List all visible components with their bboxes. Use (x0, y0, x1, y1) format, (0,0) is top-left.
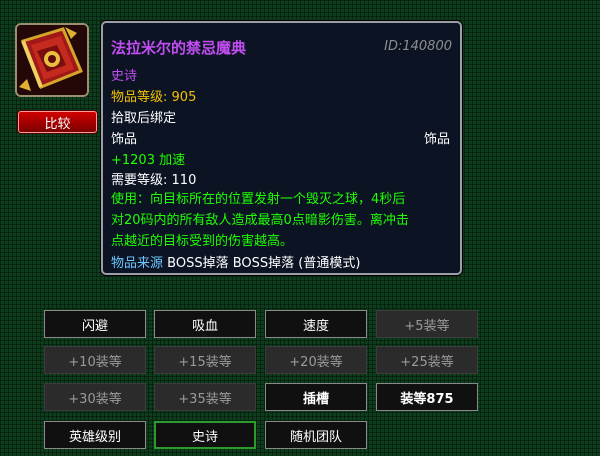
item-name: 法拉米尔的禁忌魔典 (111, 39, 247, 57)
item-stat: +1203 加速 (111, 153, 186, 168)
item-slot-type: 饰品 (423, 132, 450, 147)
item-level-label: 物品等级: (111, 90, 168, 105)
compare-button[interactable]: 比较 (18, 111, 97, 133)
filter-speed-button[interactable]: 速度 (265, 310, 367, 338)
spellbook-icon (17, 25, 87, 95)
filter-ilvl-plus5-button[interactable]: +5装等 (376, 310, 478, 338)
filter-ilvl-plus15-button[interactable]: +15装等 (154, 346, 256, 374)
filter-ilvl-plus10-button[interactable]: +10装等 (44, 346, 146, 374)
use-effect-line: 点越近的目标受到的伤害越高。 (111, 234, 294, 249)
filter-ilvl-plus20-button[interactable]: +20装等 (265, 346, 367, 374)
item-quality: 史诗 (111, 69, 138, 84)
filter-ilvl-plus30-button[interactable]: +30装等 (44, 383, 146, 411)
filter-dodge-button[interactable]: 闪避 (44, 310, 146, 338)
item-icon-frame[interactable] (15, 23, 89, 97)
filter-lfr-button[interactable]: 随机团队 (265, 421, 367, 449)
use-effect-line: 对20码内的所有敌人造成最高0点暗影伤害。离冲击 (111, 213, 409, 228)
required-level-value: 110 (171, 173, 197, 188)
use-effect-line: 使用：向目标所在的位置发射一个毁灭之球，4秒后 (111, 192, 406, 207)
item-tooltip: 法拉米尔的禁忌魔典 ID:140800 史诗 物品等级: 905 拾取后绑定 饰… (101, 21, 462, 275)
item-source-row: 物品来源 BOSS掉落 BOSS掉落 (普通模式) (111, 252, 360, 271)
filter-heroic-button[interactable]: 英雄级别 (44, 421, 146, 449)
required-level-label: 需要等级: (111, 173, 168, 188)
item-level-row: 物品等级: 905 (111, 86, 196, 105)
item-slot: 饰品 (111, 132, 138, 147)
filter-leech-button[interactable]: 吸血 (154, 310, 256, 338)
item-id: ID:140800 (384, 39, 452, 54)
item-source-value: BOSS掉落 BOSS掉落 (普通模式) (167, 256, 361, 271)
item-source-label: 物品来源 (111, 256, 164, 271)
filter-epic-button[interactable]: 史诗 (154, 421, 256, 449)
filter-ilvl-875-button[interactable]: 装等875 (376, 383, 478, 411)
bind-type: 拾取后绑定 (111, 111, 177, 126)
filter-socket-button[interactable]: 插槽 (265, 383, 367, 411)
filter-ilvl-plus25-button[interactable]: +25装等 (376, 346, 478, 374)
item-use-effect: 使用：向目标所在的位置发射一个毁灭之球，4秒后 对20码内的所有敌人造成最高0点… (111, 189, 456, 252)
required-level-row: 需要等级: 110 (111, 169, 196, 188)
item-level-value: 905 (171, 90, 197, 105)
filter-ilvl-plus35-button[interactable]: +35装等 (154, 383, 256, 411)
